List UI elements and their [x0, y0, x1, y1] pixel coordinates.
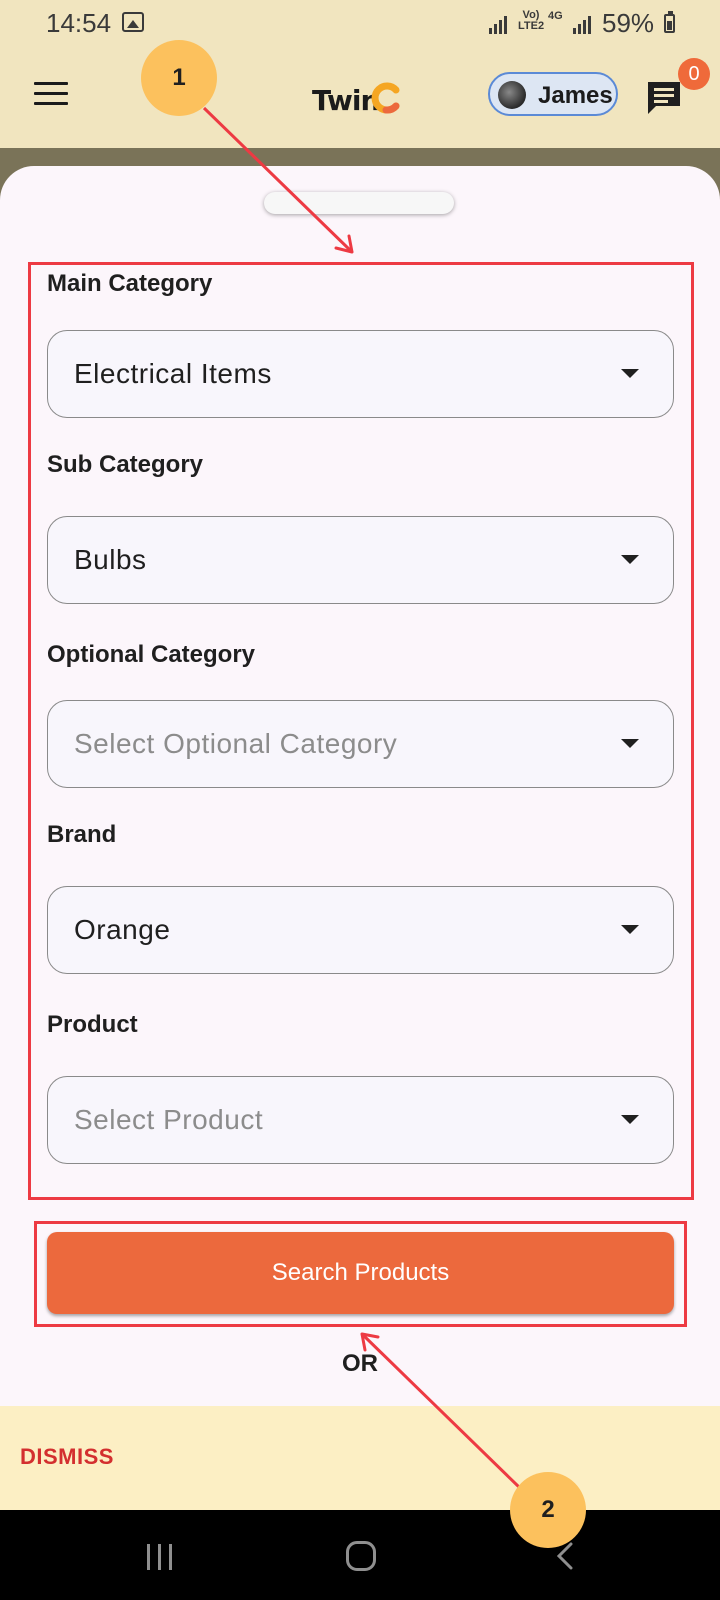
- battery-icon: [664, 11, 675, 33]
- search-products-button[interactable]: Search Products: [47, 1232, 674, 1314]
- status-bar: 14:54 Vo) LTE2 4G 59%: [0, 0, 720, 48]
- chevron-down-icon: [621, 555, 639, 564]
- cell-signal-icon: [572, 14, 594, 34]
- avatar: [498, 81, 526, 109]
- user-name: James: [538, 82, 613, 109]
- app-bar: Twin James 0: [0, 48, 720, 148]
- network-type-icon: 4G: [548, 10, 563, 22]
- home-icon[interactable]: [346, 1541, 376, 1571]
- notification-badge: 0: [678, 58, 710, 90]
- main-category-value: Electrical Items: [74, 358, 272, 389]
- app-logo: Twin: [312, 80, 412, 120]
- product-dropdown[interactable]: Select Product: [47, 1076, 674, 1164]
- brand-label: Brand: [47, 821, 117, 848]
- sheet-drag-handle[interactable]: [264, 192, 454, 214]
- bottom-banner: DISMISS: [0, 1406, 720, 1510]
- volte-icon: Vo) LTE2: [518, 9, 545, 32]
- logo-c-icon: [371, 82, 400, 114]
- filter-bottom-sheet: Main Category Electrical Items Sub Categ…: [0, 166, 720, 1406]
- brand-value: Orange: [74, 914, 171, 945]
- chat-icon[interactable]: [644, 78, 684, 118]
- recent-apps-icon[interactable]: [147, 1544, 175, 1570]
- dismiss-button[interactable]: DISMISS: [20, 1444, 114, 1470]
- main-category-label: Main Category: [47, 270, 213, 297]
- battery-level: 59%: [602, 8, 655, 38]
- optional-category-placeholder: Select Optional Category: [74, 728, 398, 759]
- brand-dropdown[interactable]: Orange: [47, 886, 674, 974]
- system-nav-bar: [0, 1510, 720, 1600]
- chevron-down-icon: [621, 925, 639, 934]
- sub-category-label: Sub Category: [47, 451, 204, 478]
- wifi-signal-icon: [488, 14, 510, 34]
- menu-icon[interactable]: [34, 82, 70, 108]
- chevron-down-icon: [621, 369, 639, 378]
- user-profile-chip[interactable]: James: [488, 72, 618, 116]
- optional-category-dropdown[interactable]: Select Optional Category: [47, 700, 674, 788]
- main-category-dropdown[interactable]: Electrical Items: [47, 330, 674, 418]
- or-divider-text: OR: [342, 1350, 378, 1377]
- chevron-down-icon: [621, 739, 639, 748]
- optional-category-label: Optional Category: [47, 641, 256, 668]
- status-time: 14:54: [46, 8, 112, 38]
- chevron-down-icon: [621, 1115, 639, 1124]
- sub-category-dropdown[interactable]: Bulbs: [47, 516, 674, 604]
- sub-category-value: Bulbs: [74, 544, 147, 575]
- product-placeholder: Select Product: [74, 1104, 264, 1135]
- back-icon[interactable]: [554, 1542, 576, 1570]
- image-notification-icon: [122, 12, 144, 32]
- product-label: Product: [47, 1011, 138, 1038]
